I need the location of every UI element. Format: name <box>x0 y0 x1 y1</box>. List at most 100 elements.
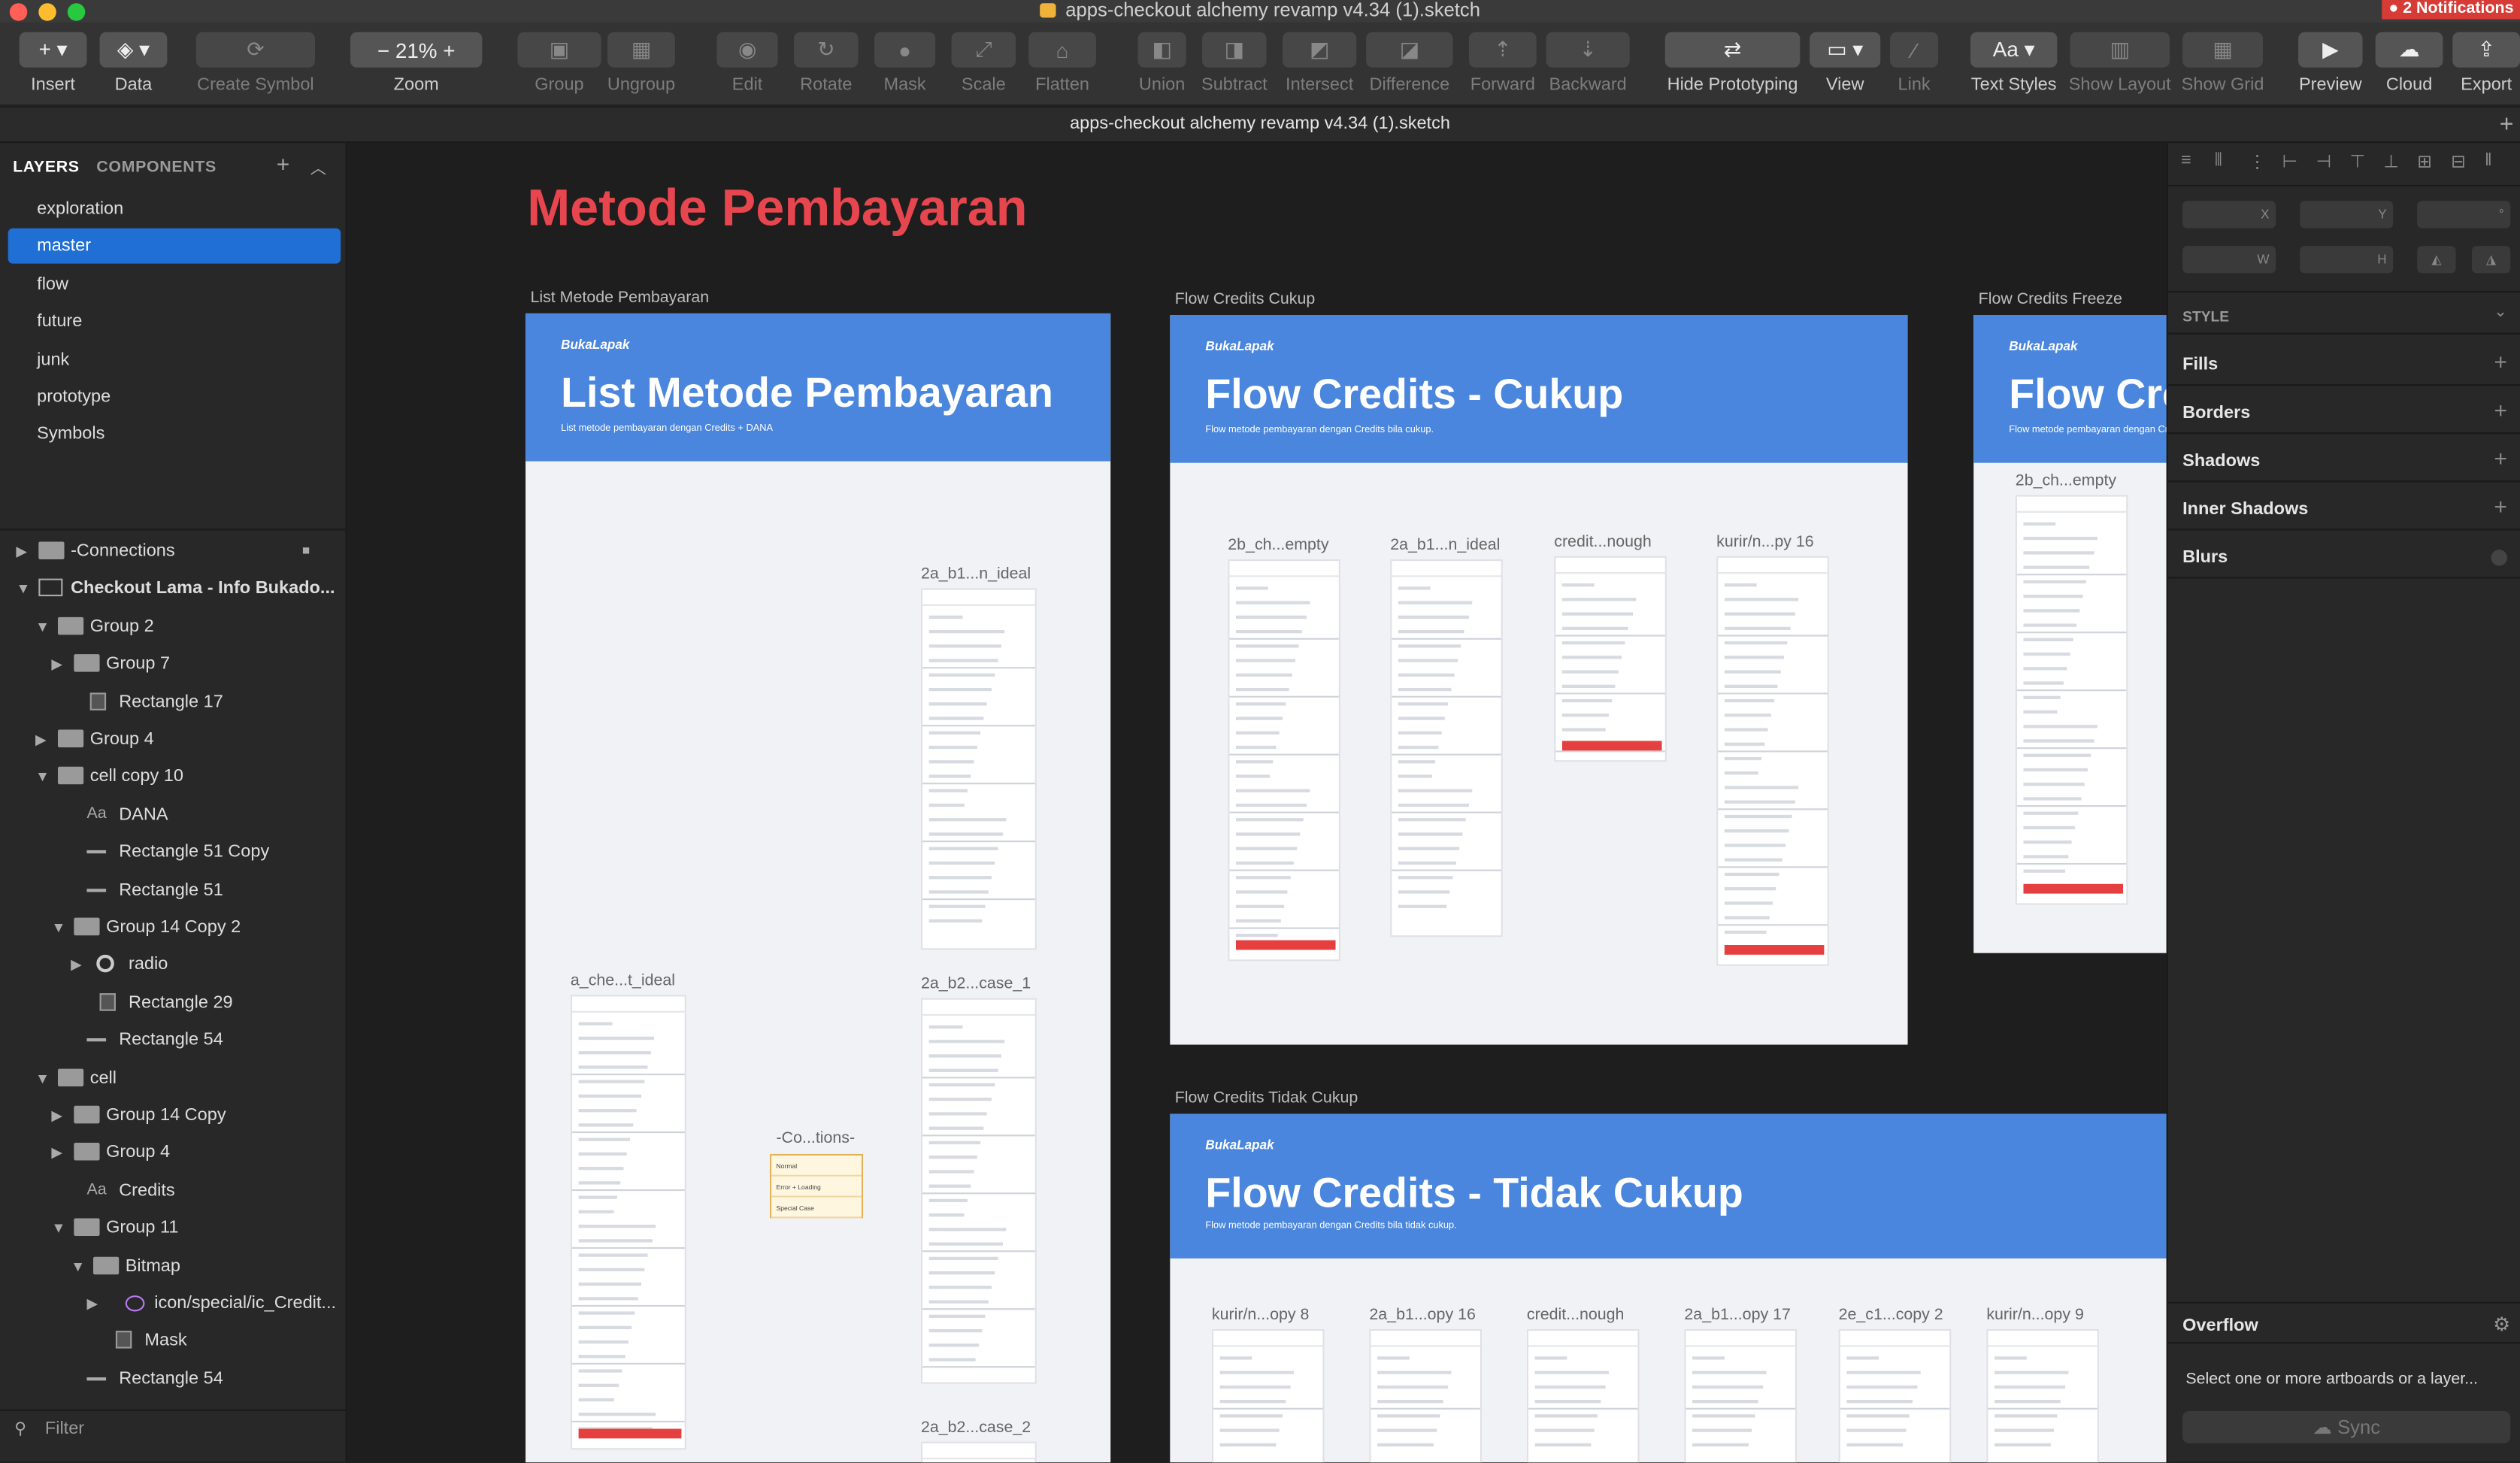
borders-section[interactable]: Borders <box>2182 404 2250 423</box>
align-icon[interactable]: ⋮ <box>2249 151 2267 172</box>
screen-label[interactable]: 2a_b1...opy 16 <box>1369 1307 1475 1325</box>
align-icon[interactable]: ⊥ <box>2383 151 2399 172</box>
toolbar-insert-button[interactable]: + ▾ Insert <box>13 32 93 95</box>
height-field[interactable]: H <box>2300 246 2394 274</box>
align-icon[interactable]: ⊞ <box>2417 151 2432 172</box>
layer-row[interactable]: Rectangle 51 <box>0 872 346 907</box>
blur-toggle-icon[interactable] <box>2491 550 2507 566</box>
disclosure-arrow-icon[interactable]: ▼ <box>51 910 65 945</box>
layer-row[interactable]: Aa DANA <box>0 797 346 832</box>
align-icon[interactable]: ‖ <box>2485 151 2492 171</box>
mock-screen[interactable] <box>1838 1328 1952 1463</box>
screen-label[interactable]: 2b_ch...empty <box>2016 473 2116 491</box>
layer-row[interactable]: ▶ icon/special/ic_Credit... <box>0 1286 346 1321</box>
artboard-title-flow-tidak-cukup[interactable]: Flow Credits Tidak Cukup <box>1175 1089 1358 1107</box>
artboard-flow-freeze[interactable]: BukaLapak Flow Credits - Freeze Flow metod… <box>1973 315 2167 953</box>
variant-row[interactable]: Special Case <box>771 1197 862 1219</box>
layer-row[interactable]: ▼ Checkout Lama - Info Bukado... <box>0 571 346 607</box>
width-field[interactable]: W <box>2182 246 2276 274</box>
mock-screen[interactable] <box>1716 556 1829 966</box>
layer-row[interactable]: ▼ Group 2 <box>0 609 346 644</box>
disclosure-arrow-icon[interactable]: ▶ <box>71 947 82 983</box>
tab-layers[interactable]: LAYERS <box>13 159 80 177</box>
layer-row[interactable]: ▶ radio <box>0 947 346 983</box>
toolbar-union-button[interactable]: ◧ Union <box>1131 32 1192 95</box>
sync-button[interactable]: ☁ Sync <box>2182 1410 2511 1443</box>
toolbar-ungroup-button[interactable]: ▦ Ungroup <box>601 32 682 95</box>
toolbar-create-symbol-button[interactable]: ⟳ Create Symbol <box>189 32 321 95</box>
gear-icon[interactable]: ⚙ <box>2493 1313 2510 1336</box>
add-border-icon[interactable]: + <box>2494 397 2507 423</box>
screen-label[interactable]: 2e_c1...copy 2 <box>1839 1307 1943 1325</box>
disclosure-arrow-icon[interactable]: ▶ <box>86 1286 98 1321</box>
artboard-title-flow-cukup[interactable]: Flow Credits Cukup <box>1175 291 1316 309</box>
toolbar-intersect-button[interactable]: ◩ Intersect <box>1276 32 1362 95</box>
toolbar-rotate-button[interactable]: ↻ Rotate <box>788 32 865 95</box>
screen-label[interactable]: kurir/n...opy 9 <box>1986 1307 2084 1325</box>
mock-screen[interactable] <box>2015 495 2128 905</box>
layer-row[interactable]: ▶ -Connections ■ <box>0 534 346 569</box>
screen-label[interactable]: -Co...tions- <box>777 1130 856 1148</box>
variants-box[interactable]: Normal Error + Loading Special Case <box>770 1153 863 1219</box>
page-item-junk[interactable]: junk <box>8 341 341 377</box>
filter-input[interactable]: Filter <box>45 1419 84 1439</box>
toolbar-mask-button[interactable]: ● Mask <box>868 32 941 95</box>
mock-screen[interactable] <box>920 998 1037 1384</box>
toolbar-cloud-button[interactable]: ☁ Cloud <box>2369 32 2449 95</box>
disclosure-arrow-icon[interactable]: ▶ <box>35 722 47 757</box>
add-shadow-icon[interactable]: + <box>2494 445 2507 471</box>
screen-label[interactable]: a_che...t_ideal <box>571 972 675 990</box>
toolbar-scale-button[interactable]: ⤢ Scale <box>945 32 1022 95</box>
toolbar-export-button[interactable]: ⇪ Export <box>2446 32 2520 95</box>
screen-label[interactable]: 2b_ch...empty <box>1228 537 1328 555</box>
screen-label[interactable]: 2a_b1...opy 17 <box>1684 1307 1790 1325</box>
layer-row[interactable]: Aa Credits <box>0 1173 346 1208</box>
new-tab-icon[interactable]: + <box>2500 108 2514 141</box>
disclosure-arrow-icon[interactable]: ▶ <box>51 1135 62 1171</box>
mock-screen[interactable] <box>920 588 1037 950</box>
mock-screen[interactable] <box>1526 1328 1640 1463</box>
disclosure-arrow-icon[interactable]: ▼ <box>35 759 50 795</box>
toolbar-backward-button[interactable]: ⇣ Backward <box>1540 32 1636 95</box>
layer-row[interactable]: Mask <box>0 1323 346 1358</box>
add-inner-shadow-icon[interactable]: + <box>2494 493 2507 519</box>
toolbar-link-button[interactable]: ⁄ Link <box>1884 32 1945 95</box>
screen-label[interactable]: 2a_b2...case_2 <box>921 1419 1031 1437</box>
screen-label[interactable]: 2a_b2...case_1 <box>921 976 1031 994</box>
disclosure-arrow-icon[interactable]: ▶ <box>51 1098 62 1133</box>
close-window-icon[interactable] <box>9 3 28 21</box>
variant-row[interactable]: Normal <box>771 1156 862 1177</box>
layer-row[interactable]: Rectangle 51 Copy <box>0 834 346 870</box>
artboard-list-metode[interactable]: BukaLapak List Metode Pembayaran List meto… <box>526 313 1111 1463</box>
toolbar-text-styles-button[interactable]: Aa ▾ Text Styles <box>1964 32 2064 95</box>
fills-section[interactable]: Fills <box>2182 355 2218 374</box>
add-page-icon[interactable]: + <box>277 151 290 177</box>
mock-screen[interactable] <box>1228 559 1340 962</box>
blurs-section[interactable]: Blurs <box>2182 548 2228 568</box>
toolbar-group-button[interactable]: ▣ Group <box>511 32 607 95</box>
disclosure-arrow-icon[interactable]: ▶ <box>16 534 27 569</box>
tab-components[interactable]: COMPONENTS <box>96 159 217 177</box>
align-icon[interactable]: ⊣ <box>2316 151 2332 172</box>
zoom-window-icon[interactable] <box>67 3 86 21</box>
toolbar-data-button[interactable]: ◈ ▾ Data <box>93 32 174 95</box>
mock-screen[interactable] <box>1986 1328 2099 1463</box>
layer-row[interactable]: ▶ Group 4 <box>0 1135 346 1171</box>
y-field[interactable]: Y <box>2300 201 2394 229</box>
layer-row[interactable]: ▶ Group 7 <box>0 647 346 682</box>
layer-row[interactable]: ▼ Group 14 Copy 2 <box>0 910 346 945</box>
toolbar-difference-button[interactable]: ◪ Difference <box>1360 32 1460 95</box>
page-item-symbols[interactable]: Symbols <box>8 417 341 453</box>
toolbar-show-grid-button[interactable]: ▦ Show Grid <box>2176 32 2270 95</box>
page-item-prototype[interactable]: prototype <box>8 380 341 415</box>
toolbar-flatten-button[interactable]: ⌂ Flatten <box>1022 32 1103 95</box>
layer-row[interactable]: ▼ Bitmap <box>0 1248 346 1283</box>
shadows-section[interactable]: Shadows <box>2182 452 2260 471</box>
page-item-future[interactable]: future <box>8 304 341 339</box>
layer-row[interactable]: Rectangle 54 <box>0 1361 346 1396</box>
disclosure-arrow-icon[interactable]: ▼ <box>16 571 30 607</box>
align-icon[interactable]: ⊟ <box>2451 151 2466 172</box>
toolbar-subtract-button[interactable]: ◨ Subtract <box>1196 32 1274 95</box>
flip-vertical-icon[interactable]: ◮ <box>2471 246 2511 274</box>
layer-row[interactable]: Rectangle 29 <box>0 985 346 1020</box>
